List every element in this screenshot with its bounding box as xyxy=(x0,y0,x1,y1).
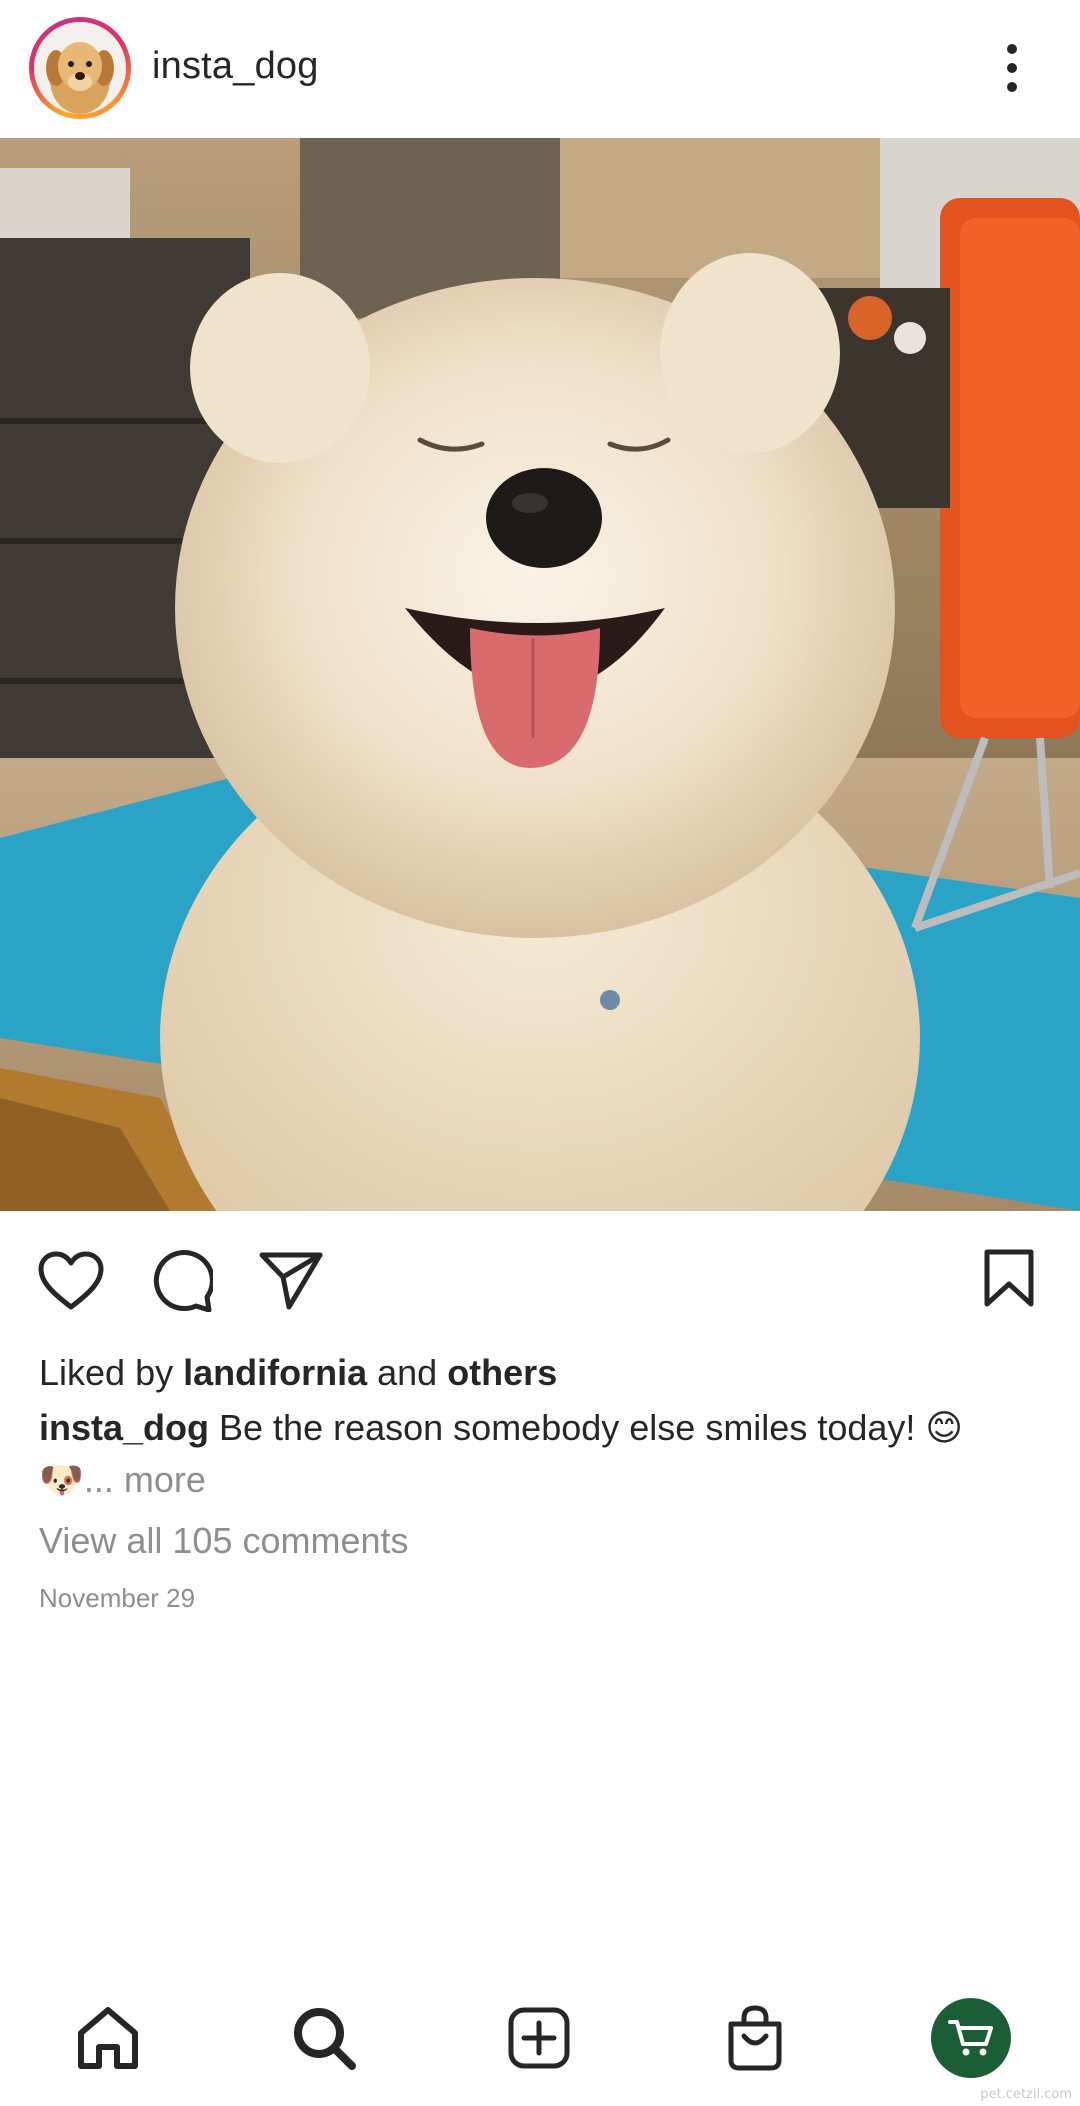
liked-by-prefix: Liked by xyxy=(39,1352,184,1393)
profile-badge xyxy=(931,1998,1011,2078)
comment-icon xyxy=(153,1250,213,1312)
nav-create-button[interactable] xyxy=(499,1998,579,2078)
caption-text: Be the reason somebody else smiles today… xyxy=(209,1407,963,1448)
caption-more-link[interactable]: ... more xyxy=(84,1459,206,1500)
post-actions xyxy=(0,1211,1080,1331)
bookmark-icon xyxy=(984,1249,1034,1307)
cart-icon xyxy=(948,2020,993,2056)
watermark: pet.cetzil.com xyxy=(980,2087,1072,2102)
search-icon xyxy=(294,2008,356,2070)
paper-plane-icon xyxy=(259,1252,323,1310)
nav-home-button[interactable] xyxy=(68,1998,148,2078)
more-options-button[interactable] xyxy=(990,36,1034,100)
plus-square-icon xyxy=(508,2007,570,2069)
post-header: insta_dog xyxy=(0,0,1080,138)
bottom-navigation xyxy=(0,1976,1080,2106)
caption-emoji: 🐶 xyxy=(39,1459,84,1500)
caption-username[interactable]: insta_dog xyxy=(39,1407,209,1448)
post-username[interactable]: insta_dog xyxy=(152,38,319,94)
heart-icon xyxy=(38,1251,104,1310)
liked-by-user[interactable]: landifornia xyxy=(183,1352,367,1393)
nav-search-button[interactable] xyxy=(284,1998,364,2078)
view-all-comments-link[interactable]: View all 105 comments xyxy=(39,1515,409,1567)
nav-shop-button[interactable] xyxy=(715,1998,795,2078)
post-date: November 29 xyxy=(39,1583,196,1613)
post-image[interactable] xyxy=(0,138,1080,1211)
more-vertical-icon xyxy=(1007,44,1017,92)
liked-by-conjunction: and xyxy=(367,1352,448,1393)
nav-profile-button[interactable] xyxy=(931,1998,1011,2078)
comment-button[interactable] xyxy=(144,1246,218,1316)
avatar[interactable] xyxy=(34,22,126,114)
likes-summary[interactable]: Liked by landifornia and others xyxy=(39,1346,557,1400)
story-ring[interactable] xyxy=(29,17,131,119)
like-button[interactable] xyxy=(34,1246,108,1316)
home-icon xyxy=(78,2007,138,2069)
save-button[interactable] xyxy=(974,1243,1044,1313)
liked-by-others[interactable]: others xyxy=(447,1352,557,1393)
share-button[interactable] xyxy=(254,1246,328,1316)
post-caption: insta_dog Be the reason somebody else sm… xyxy=(39,1402,1039,1506)
shopping-bag-icon xyxy=(728,2005,782,2071)
